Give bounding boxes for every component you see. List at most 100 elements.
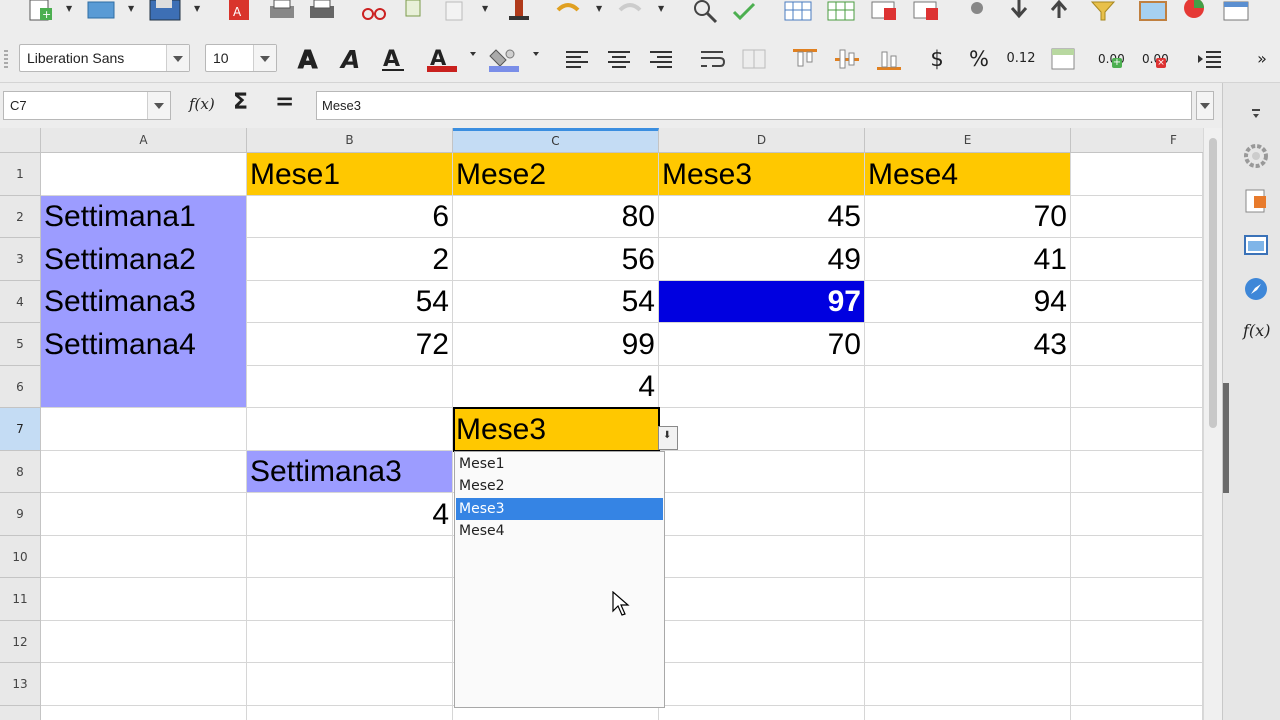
chevron-down-icon[interactable] [166, 45, 189, 71]
open-folder-icon[interactable] [86, 0, 116, 24]
cell-e13[interactable] [865, 663, 1071, 706]
cell-e1[interactable]: Mese4 [865, 153, 1071, 196]
column-header-f[interactable]: F [1071, 128, 1222, 153]
add-decimal-button[interactable]: 0.00 + [1096, 46, 1130, 72]
cell-b4[interactable]: 54 [247, 281, 453, 323]
cell-f9[interactable] [1071, 493, 1203, 536]
cell-c7[interactable]: Mese3 [453, 408, 659, 451]
paste-icon[interactable] [440, 0, 468, 24]
cell-e14[interactable] [865, 706, 1071, 720]
cell-f13[interactable] [1071, 663, 1203, 706]
row-header-4[interactable]: 4 [0, 281, 41, 323]
cell-e4[interactable]: 94 [865, 281, 1071, 323]
insert-chart-icon[interactable] [1180, 0, 1210, 24]
sidebar-collapse-handle[interactable] [1223, 383, 1229, 493]
date-format-icon[interactable] [1049, 46, 1077, 72]
list-option-mese4[interactable]: Mese4 [456, 520, 663, 542]
merge-cells-icon[interactable] [962, 0, 992, 24]
cell-a11[interactable] [41, 578, 247, 621]
row-header-13[interactable]: 13 [0, 663, 41, 706]
cell-d7[interactable] [659, 408, 865, 451]
expand-formula-bar-button[interactable] [1196, 91, 1214, 120]
cell-d13[interactable] [659, 663, 865, 706]
cell-a14[interactable] [41, 706, 247, 720]
cell-d1[interactable]: Mese3 [659, 153, 865, 196]
cell-a3[interactable]: Settimana2 [41, 238, 247, 281]
cell-f4[interactable] [1071, 281, 1203, 323]
cell-e6[interactable] [865, 366, 1071, 408]
cell-e8[interactable] [865, 451, 1071, 493]
chevron-down-icon[interactable] [533, 52, 539, 56]
cell-e9[interactable] [865, 493, 1071, 536]
column-icon[interactable] [826, 0, 856, 24]
row-header-14[interactable] [0, 706, 41, 720]
font-name-combo[interactable]: Liberation Sans [19, 44, 190, 72]
cell-e2[interactable]: 70 [865, 196, 1071, 238]
cell-b1[interactable]: Mese1 [247, 153, 453, 196]
chevron-down-icon[interactable]: ▼ [128, 4, 134, 13]
chevron-down-icon[interactable]: ▼ [66, 4, 72, 13]
column-header-b[interactable]: B [247, 128, 453, 153]
cell-e10[interactable] [865, 536, 1071, 578]
cell-c2[interactable]: 80 [453, 196, 659, 238]
functions-icon[interactable]: f(x) [1243, 321, 1270, 347]
number-format-button[interactable]: 0.12 [1004, 46, 1038, 72]
styles-icon[interactable] [1243, 188, 1269, 214]
validation-list[interactable]: Mese1 Mese2 Mese3 Mese4 [454, 451, 665, 708]
cell-b13[interactable] [247, 663, 453, 706]
row-header-10[interactable]: 10 [0, 536, 41, 578]
spelling-icon[interactable] [730, 0, 760, 24]
cell-d14[interactable] [659, 706, 865, 720]
gallery-icon[interactable] [1243, 232, 1269, 258]
sum-button[interactable]: Σ [233, 90, 248, 115]
cell-a2[interactable]: Settimana1 [41, 196, 247, 238]
chevron-down-icon[interactable] [147, 92, 170, 119]
cell-d2[interactable]: 45 [659, 196, 865, 238]
cell-f6[interactable] [1071, 366, 1203, 408]
select-all-corner[interactable] [0, 128, 41, 153]
align-right-icon[interactable] [647, 46, 675, 72]
cell-e3[interactable]: 41 [865, 238, 1071, 281]
column-header-d[interactable]: D [659, 128, 865, 153]
cell-f8[interactable] [1071, 451, 1203, 493]
toolbar-overflow-icon[interactable]: » [1252, 46, 1272, 72]
cell-a7[interactable] [41, 408, 247, 451]
redo-icon[interactable] [616, 0, 646, 24]
row-header-3[interactable]: 3 [0, 238, 41, 281]
row-header-1[interactable]: 1 [0, 153, 41, 196]
column-header-a[interactable]: A [41, 128, 247, 153]
row-header-6[interactable]: 6 [0, 366, 41, 408]
cell-a1[interactable] [41, 153, 247, 196]
bold-icon[interactable]: A [296, 46, 324, 72]
cell-b7[interactable] [247, 408, 453, 451]
chevron-down-icon[interactable] [470, 52, 476, 56]
delete-column-icon[interactable] [912, 0, 942, 24]
row-header-11[interactable]: 11 [0, 578, 41, 621]
font-size-combo[interactable]: 10 [205, 44, 277, 72]
cell-f12[interactable] [1071, 621, 1203, 663]
cell-c4[interactable]: 54 [453, 281, 659, 323]
row-header-2[interactable]: 2 [0, 196, 41, 238]
cell-e12[interactable] [865, 621, 1071, 663]
cell-f14[interactable] [1071, 706, 1203, 720]
delete-row-icon[interactable] [870, 0, 900, 24]
cell-a5[interactable]: Settimana4 [41, 323, 247, 366]
chevron-down-icon[interactable]: ▼ [658, 4, 664, 13]
cell-d12[interactable] [659, 621, 865, 663]
align-center-icon[interactable] [605, 46, 633, 72]
background-color-icon[interactable] [488, 46, 522, 72]
currency-format-button[interactable]: $ [926, 46, 948, 72]
cell-f5[interactable] [1071, 323, 1203, 366]
cell-e7[interactable] [865, 408, 1071, 451]
cell-b11[interactable] [247, 578, 453, 621]
cell-b5[interactable]: 72 [247, 323, 453, 366]
sort-descending-icon[interactable] [1004, 0, 1034, 24]
cell-a13[interactable] [41, 663, 247, 706]
cell-d6[interactable] [659, 366, 865, 408]
cell-b10[interactable] [247, 536, 453, 578]
undo-icon[interactable] [552, 0, 582, 24]
cell-b9[interactable]: 4 [247, 493, 453, 536]
export-pdf-icon[interactable]: A [226, 0, 252, 24]
cell-e11[interactable] [865, 578, 1071, 621]
properties-gear-icon[interactable] [1243, 143, 1269, 169]
